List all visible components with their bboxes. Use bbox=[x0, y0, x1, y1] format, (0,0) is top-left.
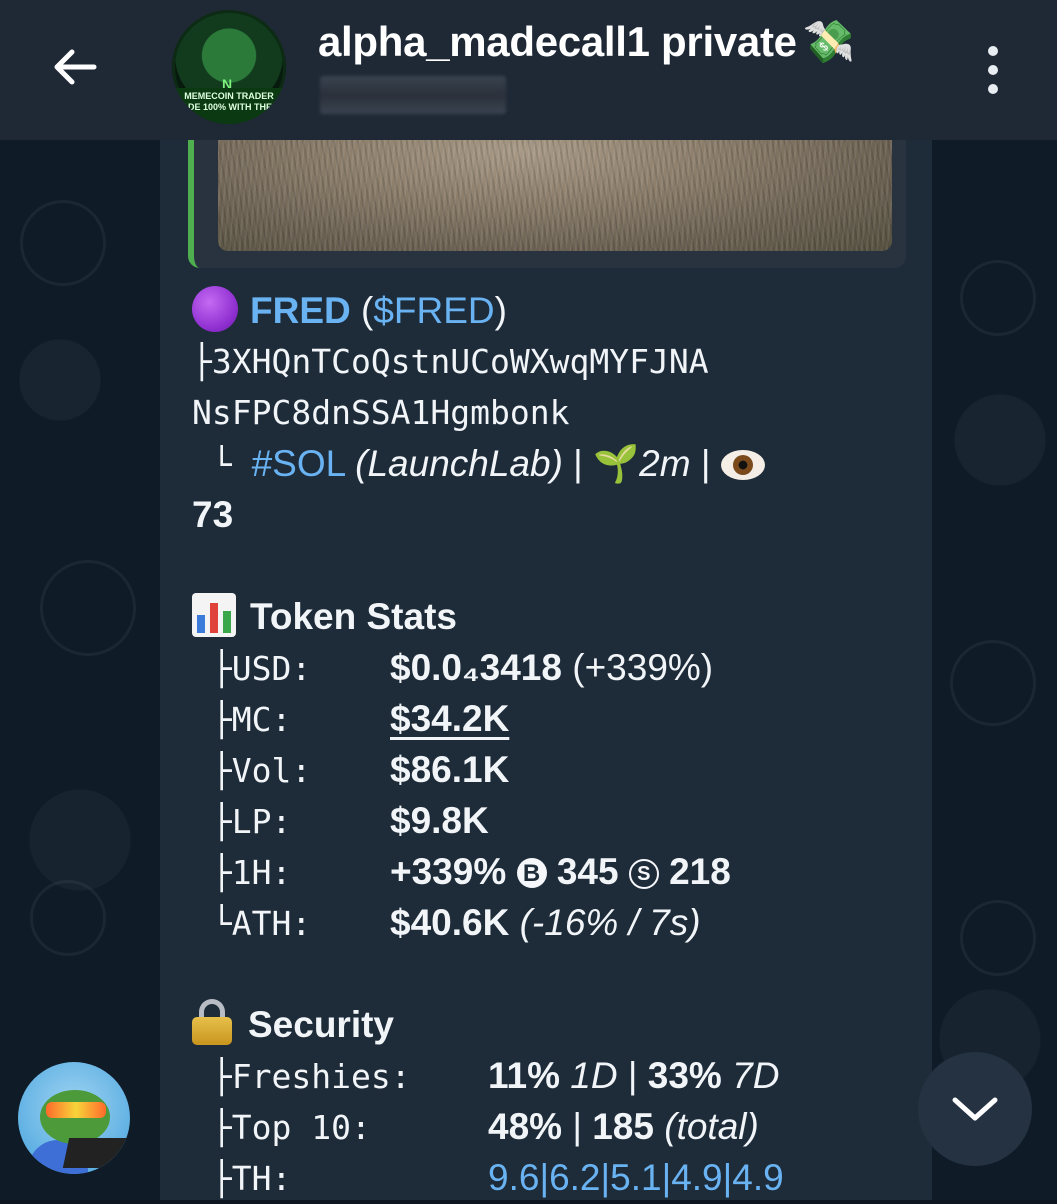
stat-value-ath: $40.6K bbox=[390, 902, 510, 943]
chat-title[interactable]: alpha_madecall1 private 💸 bbox=[318, 18, 855, 67]
stat-value-lp: $9.8K bbox=[390, 800, 489, 841]
stat-value-mc[interactable]: $34.2K bbox=[390, 693, 509, 744]
top10-total: 185 bbox=[592, 1106, 654, 1147]
tree-branch-icon: ├ bbox=[192, 700, 232, 739]
token-stats-title: Token Stats bbox=[250, 596, 457, 637]
sunglasses-icon bbox=[46, 1102, 106, 1118]
token-name-link[interactable]: FRED bbox=[250, 290, 351, 331]
views-line: 73 bbox=[192, 489, 922, 540]
stat-row-lp: ├LP: $9.8K bbox=[192, 795, 922, 846]
chain-info-line: └ #SOL (LaunchLab) | 🌱2m | bbox=[192, 438, 922, 489]
tree-corner-icon: └ bbox=[192, 904, 232, 943]
back-arrow-icon bbox=[54, 49, 97, 85]
token-age: 2m bbox=[639, 443, 691, 484]
stat-row-usd: ├USD: $0.0₄3418 (+339%) bbox=[192, 642, 922, 693]
laptop-icon bbox=[62, 1138, 130, 1168]
bar-chart-icon bbox=[192, 593, 236, 637]
stat-key: Vol: bbox=[231, 751, 312, 790]
sells-icon: S bbox=[628, 859, 659, 889]
stat-key: ATH: bbox=[231, 904, 312, 943]
tree-branch-icon: ├ bbox=[192, 853, 232, 892]
freshies-7d-value: 33% bbox=[647, 1055, 722, 1096]
token-title-line: FRED ($FRED) bbox=[192, 285, 922, 336]
th-holder-link[interactable]: 5.1 bbox=[610, 1157, 661, 1198]
security-heading: Security bbox=[192, 999, 922, 1050]
stat-value-usd: $0.0₄3418 bbox=[390, 647, 562, 688]
buy-count: 345 bbox=[556, 851, 619, 892]
chain-hashtag[interactable]: #SOL bbox=[252, 443, 345, 484]
stat-key: LP: bbox=[231, 802, 292, 841]
security-row-freshies: ├Freshies: 11% 1D | 33% 7D bbox=[192, 1050, 922, 1101]
sender-avatar[interactable] bbox=[18, 1062, 130, 1174]
money-wings-icon: 💸 bbox=[802, 18, 855, 65]
stat-key: 1H: bbox=[231, 853, 292, 892]
blurred-subtitle bbox=[320, 76, 506, 114]
link-preview[interactable] bbox=[188, 140, 906, 268]
security-row-th: ├TH: 9.6|6.2|5.1|4.9|4.9 bbox=[192, 1152, 922, 1203]
scroll-down-button[interactable] bbox=[918, 1052, 1032, 1166]
purple-circle-icon bbox=[192, 286, 238, 332]
stat-row-ath: └ATH: $40.6K (-16% / 7s) bbox=[192, 897, 922, 948]
avatar-banner-text: MEMECOIN TRADER MADE 100% WITH THESE bbox=[172, 88, 286, 124]
menu-dot-icon bbox=[988, 46, 998, 56]
tree-branch-icon: ├ bbox=[192, 1159, 232, 1198]
th-holder-link[interactable]: 6.2 bbox=[549, 1157, 600, 1198]
security-key: TH: bbox=[231, 1159, 292, 1198]
stat-row-vol: ├Vol: $86.1K bbox=[192, 744, 922, 795]
tree-branch-icon: ├ bbox=[192, 342, 212, 381]
launchpad-label: (LaunchLab) bbox=[355, 443, 563, 484]
address-line: NsFPC8dnSSA1Hgmbonk bbox=[192, 387, 922, 438]
address-line: ├3XHQnTCoQstnUCoWXwqMYFJNA bbox=[192, 336, 922, 387]
message-bubble: FRED ($FRED) ├3XHQnTCoQstnUCoWXwqMYFJNA … bbox=[160, 140, 932, 1200]
security-row-top10: ├Top 10: 48% | 185 (total) bbox=[192, 1101, 922, 1152]
stat-value-vol: $86.1K bbox=[390, 749, 510, 790]
freshies-7d-label: 7D bbox=[732, 1055, 780, 1096]
stat-key: MC: bbox=[231, 700, 292, 739]
chevron-down-icon bbox=[952, 1097, 998, 1121]
stat-key: USD: bbox=[231, 649, 312, 688]
tree-branch-icon: ├ bbox=[192, 1057, 232, 1096]
back-button[interactable] bbox=[40, 32, 110, 102]
top10-total-label: (total) bbox=[664, 1106, 759, 1147]
more-options-button[interactable] bbox=[968, 40, 1018, 100]
tree-branch-icon: ├ bbox=[192, 649, 232, 688]
tree-branch-icon: ├ bbox=[192, 802, 232, 841]
message-text: FRED ($FRED) ├3XHQnTCoQstnUCoWXwqMYFJNA … bbox=[192, 285, 922, 1203]
th-holder-link[interactable]: 9.6 bbox=[488, 1157, 539, 1198]
stat-extra-ath: (-16% / 7s) bbox=[519, 902, 701, 943]
security-title: Security bbox=[248, 1004, 395, 1045]
stat-row-mc: ├MC: $34.2K bbox=[192, 693, 922, 744]
tree-corner-icon: └ bbox=[192, 445, 252, 484]
channel-avatar[interactable]: N MEMECOIN TRADER MADE 100% WITH THESE bbox=[172, 10, 286, 124]
th-holder-link[interactable]: 4.9 bbox=[671, 1157, 722, 1198]
chat-header: N MEMECOIN TRADER MADE 100% WITH THESE a… bbox=[0, 0, 1057, 140]
tree-branch-icon: ├ bbox=[192, 751, 232, 790]
freshies-1d-label: 1D bbox=[570, 1055, 618, 1096]
stat-row-1h: ├1H: +339% B 345 S 218 bbox=[192, 846, 922, 897]
security-key: Top 10: bbox=[231, 1108, 371, 1147]
tree-branch-icon: ├ bbox=[192, 1108, 232, 1147]
menu-dot-icon bbox=[988, 65, 998, 75]
th-holder-link[interactable]: 4.9 bbox=[732, 1157, 783, 1198]
contract-address-part2[interactable]: NsFPC8dnSSA1Hgmbonk bbox=[192, 393, 570, 432]
seedling-icon: 🌱 bbox=[593, 443, 640, 484]
menu-dot-icon bbox=[988, 84, 998, 94]
lock-icon bbox=[192, 999, 232, 1045]
token-ticker-link[interactable]: $FRED bbox=[373, 290, 494, 331]
sell-count: 218 bbox=[669, 851, 731, 892]
eye-icon bbox=[720, 450, 765, 480]
stat-extra-usd: (+339%) bbox=[572, 647, 714, 688]
preview-image bbox=[218, 140, 892, 251]
buys-icon: B bbox=[516, 858, 547, 888]
contract-address-part1[interactable]: 3XHQnTCoQstnUCoWXwqMYFJNA bbox=[212, 342, 709, 381]
security-key: Freshies: bbox=[231, 1057, 411, 1096]
token-stats-heading: Token Stats bbox=[192, 591, 922, 642]
top10-percent: 48% bbox=[488, 1106, 563, 1147]
stat-value-1h: +339% bbox=[390, 851, 507, 892]
view-count: 73 bbox=[192, 494, 234, 535]
freshies-1d-value: 11% bbox=[488, 1055, 561, 1096]
chat-title-text: alpha_madecall1 private bbox=[318, 18, 797, 65]
